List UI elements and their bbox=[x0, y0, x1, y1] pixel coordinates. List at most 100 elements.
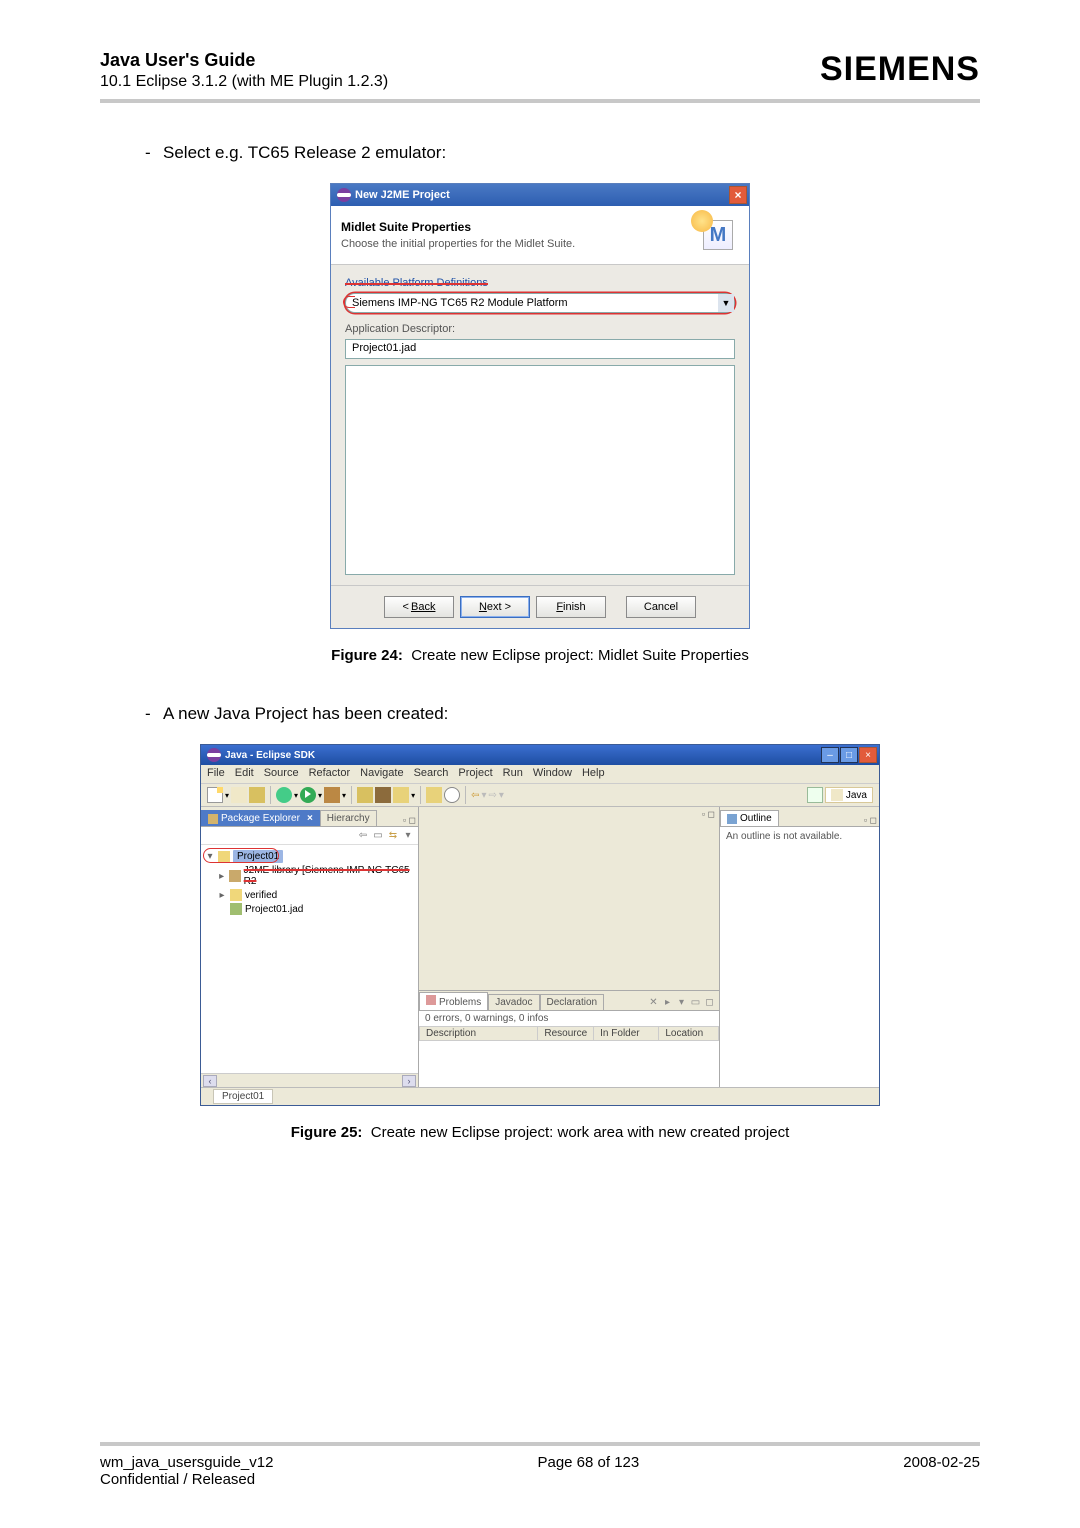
menu-source[interactable]: Source bbox=[264, 767, 299, 781]
tab-declaration[interactable]: Declaration bbox=[540, 994, 605, 1010]
tab-package-explorer[interactable]: Package Explorer × bbox=[201, 810, 320, 826]
eclipse-ide-window: Java - Eclipse SDK – □ × File Edit Sourc… bbox=[200, 744, 880, 1106]
chevron-down-icon[interactable]: ▾ bbox=[225, 791, 229, 800]
doc-section: 10.1 Eclipse 3.1.2 (with ME Plugin 1.2.3… bbox=[100, 73, 388, 91]
col-description[interactable]: Description bbox=[420, 1027, 538, 1041]
footer-page-number: Page 68 of 123 bbox=[537, 1454, 639, 1488]
banner-title: Midlet Suite Properties bbox=[341, 220, 575, 234]
footer-doc-id: wm_java_usersguide_v12 bbox=[100, 1454, 273, 1471]
menu-icon[interactable]: ▾ bbox=[676, 997, 687, 1008]
project-tree[interactable]: ▾ Project01 ▸ J2ME library [Siemens IMP-… bbox=[201, 845, 418, 1073]
tree-jad[interactable]: Project01.jad bbox=[245, 904, 303, 915]
expand-icon[interactable]: ▸ bbox=[217, 890, 227, 901]
ide-title: Java - Eclipse SDK bbox=[225, 750, 315, 761]
chevron-down-icon[interactable]: ▾ bbox=[342, 791, 346, 800]
save-icon[interactable] bbox=[231, 787, 247, 803]
status-selection: Project01 bbox=[213, 1089, 273, 1104]
ide-menu-bar[interactable]: File Edit Source Refactor Navigate Searc… bbox=[201, 765, 879, 783]
package-explorer-view: Package Explorer × Hierarchy ▫ ◻ ⇦ ▭ ⇆ ▾ bbox=[201, 807, 419, 1087]
menu-file[interactable]: File bbox=[207, 767, 225, 781]
brand-logo: SIEMENS bbox=[820, 50, 980, 89]
figure-24-caption: Figure 24: Create new Eclipse project: M… bbox=[100, 647, 980, 664]
expand-icon[interactable]: ▾ bbox=[205, 851, 215, 862]
midlet-icon: M bbox=[697, 214, 739, 256]
expand-icon[interactable]: ▸ bbox=[217, 871, 226, 882]
menu-run[interactable]: Run bbox=[503, 767, 523, 781]
finish-button[interactable]: FinishFinish bbox=[536, 596, 606, 618]
link-icon[interactable]: ⇆ bbox=[387, 830, 399, 842]
view-menu-icon[interactable]: ▫ ◻ bbox=[401, 815, 418, 826]
menu-icon[interactable]: ▾ bbox=[402, 830, 414, 842]
ide-titlebar[interactable]: Java - Eclipse SDK – □ × bbox=[201, 745, 879, 765]
minimize-view-icon[interactable]: ▭ bbox=[690, 997, 701, 1008]
tab-problems[interactable]: Problems bbox=[419, 992, 488, 1010]
back-button[interactable]: < Back bbox=[384, 596, 454, 618]
tree-verified[interactable]: verified bbox=[245, 890, 277, 901]
problems-summary: 0 errors, 0 warnings, 0 infos bbox=[419, 1011, 719, 1026]
col-resource[interactable]: Resource bbox=[538, 1027, 594, 1041]
menu-navigate[interactable]: Navigate bbox=[360, 767, 403, 781]
col-in-folder[interactable]: In Folder bbox=[594, 1027, 659, 1041]
page-header: Java User's Guide 10.1 Eclipse 3.1.2 (wi… bbox=[100, 50, 980, 103]
platform-combo[interactable]: Siemens IMP-NG TC65 R2 Module Platform ▼ bbox=[345, 293, 735, 313]
menu-window[interactable]: Window bbox=[533, 767, 572, 781]
menu-help[interactable]: Help bbox=[582, 767, 605, 781]
print-icon[interactable] bbox=[249, 787, 265, 803]
tab-javadoc[interactable]: Javadoc bbox=[488, 994, 539, 1010]
platform-combo-value: Siemens IMP-NG TC65 R2 Module Platform bbox=[346, 297, 718, 309]
close-tab-icon[interactable]: × bbox=[307, 813, 313, 824]
close-icon[interactable]: × bbox=[859, 747, 877, 763]
view-controls[interactable]: ▫ ◻ bbox=[702, 809, 715, 820]
new-package-icon[interactable] bbox=[357, 787, 373, 803]
dialog-titlebar[interactable]: New J2ME Project × bbox=[331, 184, 749, 206]
search-icon[interactable] bbox=[426, 787, 442, 803]
nav-fwd-icon[interactable]: ⇨ bbox=[489, 790, 497, 801]
new-icon[interactable] bbox=[207, 787, 223, 803]
tree-project-root[interactable]: Project01 bbox=[233, 850, 283, 863]
tree-library[interactable]: J2ME library [Siemens IMP-NG TC65 R2 bbox=[244, 865, 414, 887]
scroll-right-icon[interactable]: › bbox=[402, 1075, 416, 1087]
ide-status-bar: Project01 bbox=[201, 1087, 879, 1105]
filter-icon[interactable]: ✕ bbox=[648, 997, 659, 1008]
run-icon[interactable] bbox=[300, 787, 316, 803]
problems-view: Problems Javadoc Declaration ✕ ▸ ▾ ▭ ◻ 0… bbox=[419, 991, 719, 1087]
collapse-icon[interactable]: ▭ bbox=[372, 830, 384, 842]
outline-view: Outline ▫ ◻ An outline is not available. bbox=[719, 807, 879, 1087]
problems-table[interactable]: Description Resource In Folder Location bbox=[419, 1026, 719, 1087]
open-perspective-icon[interactable] bbox=[807, 787, 823, 803]
search2-icon[interactable] bbox=[444, 787, 460, 803]
view-menu-icon[interactable]: ▸ bbox=[662, 997, 673, 1008]
perspective-java[interactable]: Java bbox=[825, 787, 873, 803]
col-location[interactable]: Location bbox=[659, 1027, 719, 1041]
chevron-down-icon[interactable]: ▾ bbox=[318, 791, 322, 800]
minimize-icon[interactable]: – bbox=[821, 747, 839, 763]
menu-search[interactable]: Search bbox=[414, 767, 449, 781]
java-perspective-icon bbox=[831, 789, 843, 801]
back-icon[interactable]: ⇦ bbox=[357, 830, 369, 842]
view-controls[interactable]: ▫ ◻ bbox=[862, 815, 879, 826]
scroll-left-icon[interactable]: ‹ bbox=[203, 1075, 217, 1087]
maximize-view-icon[interactable]: ◻ bbox=[704, 997, 715, 1008]
chevron-down-icon[interactable]: ▾ bbox=[294, 791, 298, 800]
chevron-down-icon[interactable]: ▾ bbox=[411, 791, 415, 800]
nav-back-icon[interactable]: ⇦ bbox=[471, 790, 479, 801]
tab-hierarchy[interactable]: Hierarchy bbox=[320, 810, 377, 826]
new-class-icon[interactable] bbox=[375, 787, 391, 803]
menu-edit[interactable]: Edit bbox=[235, 767, 254, 781]
cancel-button[interactable]: Cancel bbox=[626, 596, 696, 618]
open-type-icon[interactable] bbox=[393, 787, 409, 803]
horizontal-scrollbar[interactable]: ‹ › bbox=[201, 1073, 418, 1087]
maximize-icon[interactable]: □ bbox=[840, 747, 858, 763]
editor-area: ▫ ◻ bbox=[419, 807, 719, 991]
step-text-2: -A new Java Project has been created: bbox=[145, 704, 980, 724]
menu-refactor[interactable]: Refactor bbox=[309, 767, 351, 781]
chevron-down-icon[interactable]: ▼ bbox=[718, 294, 734, 312]
tab-outline[interactable]: Outline bbox=[720, 810, 779, 826]
next-button[interactable]: NNext >ext > bbox=[460, 596, 530, 618]
descriptor-input[interactable]: Project01.jad bbox=[345, 339, 735, 359]
external-tools-icon[interactable] bbox=[324, 787, 340, 803]
close-icon[interactable]: × bbox=[729, 186, 747, 204]
dialog-banner: Midlet Suite Properties Choose the initi… bbox=[331, 206, 749, 265]
debug-icon[interactable] bbox=[276, 787, 292, 803]
menu-project[interactable]: Project bbox=[458, 767, 492, 781]
